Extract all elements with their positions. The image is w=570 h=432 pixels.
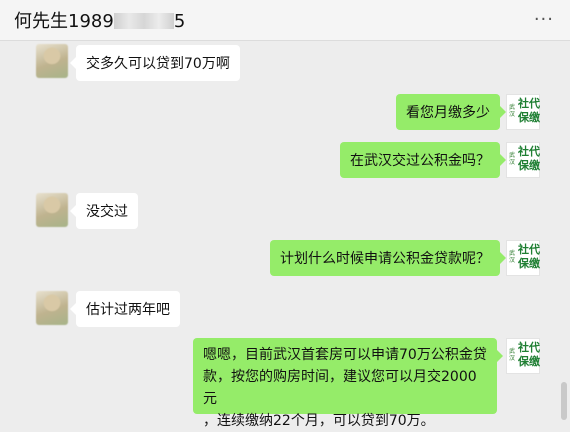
agent-avatar[interactable]: 武汉 社代保缴: [506, 338, 540, 374]
agent-logo-small-text: 武汉: [509, 104, 516, 118]
message-bubble-outgoing[interactable]: 在武汉交过公积金吗？: [340, 142, 506, 178]
agent-logo-text: 社代保缴: [518, 145, 540, 172]
contact-name-prefix: 何先生1989: [14, 11, 114, 32]
message-bubble-incoming[interactable]: 没交过: [70, 193, 138, 229]
message-text: 没交过: [86, 204, 128, 220]
contact-avatar[interactable]: [36, 193, 68, 227]
contact-avatar[interactable]: [36, 44, 68, 78]
message-text-line: 嗯嗯，目前武汉首套房可以申请70万公积金贷: [203, 347, 487, 363]
message-text-line: 款，按您的购房时间，建议您可以月交2000元: [203, 369, 477, 407]
message-bubble-outgoing[interactable]: 看您月缴多少: [396, 94, 506, 130]
agent-avatar[interactable]: 武汉 社代保缴: [506, 240, 540, 276]
message-bubble-incoming[interactable]: 估计过两年吧: [70, 291, 180, 327]
agent-logo-small-text: 武汉: [509, 348, 516, 362]
agent-logo-small-text: 武汉: [509, 152, 516, 166]
agent-avatar[interactable]: 武汉 社代保缴: [506, 142, 540, 178]
message-bubble-incoming[interactable]: 交多久可以贷到70万啊: [70, 45, 240, 81]
agent-logo-text: 社代保缴: [518, 341, 540, 368]
chat-scrollbar[interactable]: [561, 382, 567, 420]
message-text: 交多久可以贷到70万啊: [86, 56, 230, 72]
message-bubble-outgoing[interactable]: 计划什么时候申请公积金贷款呢？: [270, 240, 506, 276]
agent-avatar[interactable]: 武汉 社代保缴: [506, 94, 540, 130]
contact-name: 何先生1989 5: [14, 7, 185, 33]
message-text: 看您月缴多少: [406, 105, 490, 121]
message-text: 计划什么时候申请公积金贷款呢？: [280, 251, 490, 267]
redacted-phone-segment: [113, 13, 174, 29]
message-text: 估计过两年吧: [86, 302, 170, 318]
contact-avatar[interactable]: [36, 291, 68, 325]
agent-logo-small-text: 武汉: [509, 250, 516, 264]
agent-logo-text: 社代保缴: [518, 97, 540, 124]
agent-logo-text: 社代保缴: [518, 243, 540, 270]
chat-header: 何先生1989 5 ···: [0, 0, 570, 41]
message-bubble-outgoing[interactable]: 嗯嗯，目前武汉首套房可以申请70万公积金贷 款，按您的购房时间，建议您可以月交2…: [193, 338, 503, 429]
more-options-icon[interactable]: ···: [534, 9, 554, 30]
message-text: 在武汉交过公积金吗？: [350, 153, 490, 169]
message-text-line: ，连续缴纳22个月，可以贷到70万。: [203, 413, 435, 429]
contact-name-suffix: 5: [173, 11, 186, 32]
